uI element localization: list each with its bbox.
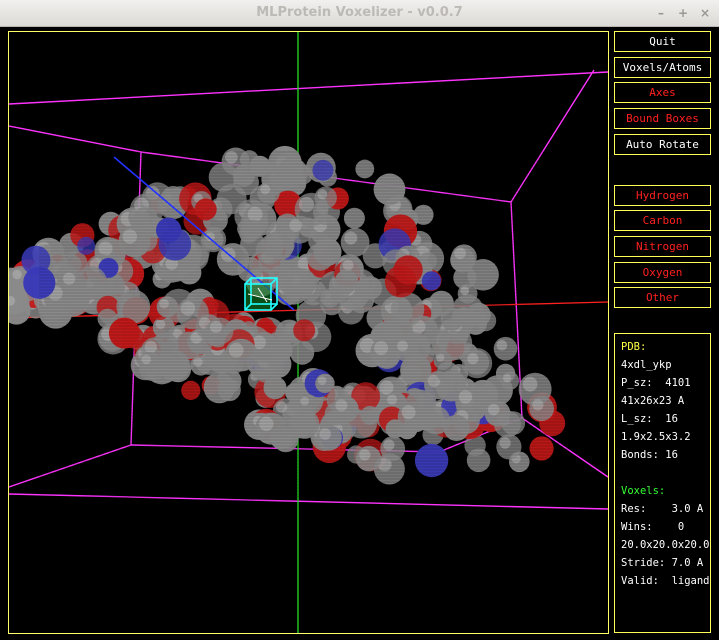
carbon-button[interactable]: Carbon bbox=[614, 210, 711, 231]
protein-size: P_sz: 4101 bbox=[621, 377, 691, 389]
atom-voxel bbox=[355, 159, 375, 179]
atom-highlight bbox=[397, 340, 408, 352]
other-button[interactable]: Other bbox=[614, 287, 711, 308]
quit-button[interactable]: Quit bbox=[614, 31, 711, 52]
window-title: MLProtein Voxelizer - v0.0.7 bbox=[256, 5, 463, 20]
bond-count: Bonds: 16 bbox=[621, 449, 678, 461]
atom-highlight bbox=[180, 301, 196, 316]
nitrogen-button[interactable]: Nitrogen bbox=[614, 236, 711, 257]
atom-highlight bbox=[503, 374, 512, 383]
atom-voxel bbox=[233, 169, 259, 196]
atom-highlight bbox=[98, 241, 113, 256]
atom-voxel bbox=[181, 380, 201, 400]
close-icon[interactable]: × bbox=[696, 4, 714, 22]
minimize-icon[interactable]: – bbox=[652, 4, 670, 22]
atom-voxel bbox=[390, 292, 425, 326]
window-titlebar: MLProtein Voxelizer - v0.0.7 – + × bbox=[0, 0, 719, 27]
ligand-size: L_sz: 16 bbox=[621, 413, 678, 425]
atom-voxel bbox=[23, 266, 56, 299]
oxygen-button[interactable]: Oxygen bbox=[614, 262, 711, 283]
pdb-id: 4xdl_ykp bbox=[621, 359, 672, 371]
atom-voxel bbox=[290, 409, 320, 439]
voxel-grid: 20.0x20.0x20.0 bbox=[621, 539, 710, 551]
atom-highlight bbox=[159, 298, 169, 309]
hydrogen-button[interactable]: Hydrogen bbox=[614, 185, 711, 206]
voxel-windows: Wins: 0 bbox=[621, 521, 685, 533]
atom-highlight bbox=[460, 286, 470, 295]
bound-boxes-button[interactable]: Bound Boxes bbox=[614, 108, 711, 129]
atom-highlight bbox=[487, 403, 500, 416]
voxel-resolution: Res: 3.0 A bbox=[621, 503, 704, 515]
protein-viewport[interactable] bbox=[8, 31, 609, 634]
atom-highlight bbox=[522, 376, 538, 392]
pdb-header: PDB: bbox=[621, 341, 647, 353]
atom-highlight bbox=[387, 394, 398, 405]
voxel-stride: Stride: 7.0 A bbox=[621, 557, 704, 569]
atom-voxel bbox=[401, 363, 422, 384]
protein-dims: 41x26x23 A bbox=[621, 395, 685, 407]
atom-highlight bbox=[496, 339, 508, 351]
voxels-header: Voxels: bbox=[621, 485, 666, 497]
atom-highlight bbox=[155, 319, 166, 330]
info-panel: PDB: 4xdl_ykp P_sz: 4101 41x26x23 A L_sz… bbox=[614, 333, 711, 633]
voxel-valid: Valid: ligand bbox=[621, 575, 710, 587]
atom-highlight bbox=[12, 269, 22, 280]
atom-voxel bbox=[194, 198, 217, 221]
maximize-icon[interactable]: + bbox=[674, 4, 692, 22]
axes-button[interactable]: Axes bbox=[614, 82, 711, 103]
atom-highlight bbox=[63, 272, 76, 285]
atom-highlight bbox=[317, 376, 327, 385]
atom-highlight bbox=[454, 247, 466, 260]
atom-highlight bbox=[344, 231, 358, 245]
voxel-scene[interactable] bbox=[9, 32, 608, 633]
ligand-dims: 1.9x2.5x3.2 bbox=[621, 431, 691, 443]
atom-highlight bbox=[225, 151, 238, 164]
atom-voxel bbox=[373, 173, 406, 206]
atom-highlight bbox=[122, 229, 137, 244]
atom-highlight bbox=[298, 196, 315, 213]
atom-highlight bbox=[260, 184, 271, 195]
atom-voxel bbox=[77, 236, 96, 255]
auto-rotate-button[interactable]: Auto Rotate bbox=[614, 134, 711, 155]
atom-highlight bbox=[401, 405, 416, 420]
voxels-atoms-button[interactable]: Voxels/Atoms bbox=[614, 57, 711, 78]
